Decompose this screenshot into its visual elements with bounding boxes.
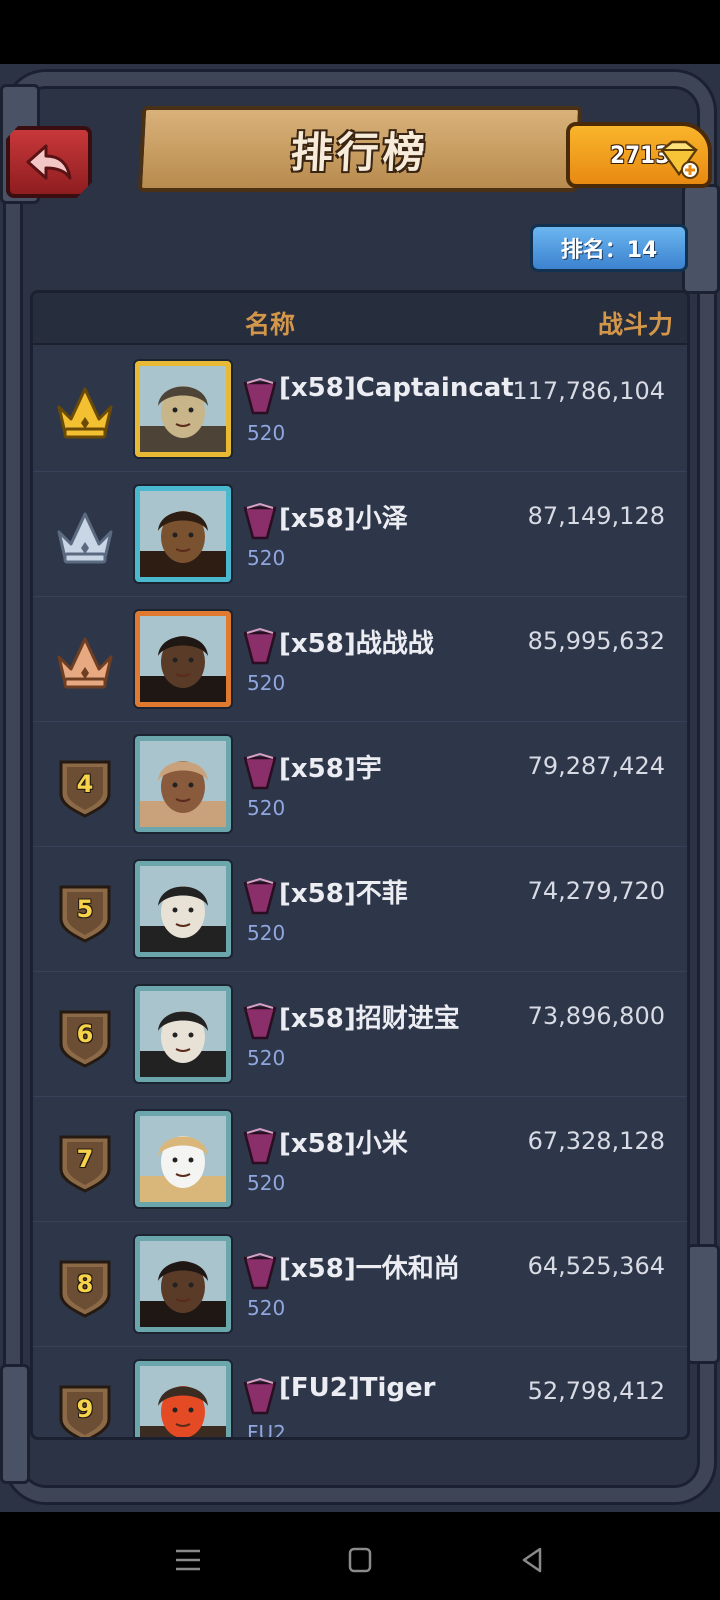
player-name: [x58]一休和尚 [279,1254,460,1284]
player-level: 520 [247,1171,286,1195]
combat-power: 85,995,632 [527,627,665,655]
combat-power: 64,525,364 [527,1252,665,1280]
back-nav-button[interactable] [512,1540,552,1580]
player-name: [x58]小米 [279,1129,408,1159]
column-header-power: 战斗力 [597,310,673,339]
rank-number: 9 [76,1395,94,1423]
silver-crown-icon [53,506,117,568]
rank-number: 5 [76,895,94,923]
player-level: 520 [247,546,286,570]
player-name: [x58]不菲 [279,879,408,909]
leaderboard-panel[interactable]: 名称 战斗力 [x58]Captaincat 520 117,786,104 [x58… [30,290,690,1440]
player-avatar[interactable] [135,486,231,582]
combat-power: 117,786,104 [512,377,665,405]
leaderboard-row[interactable]: 8 [x58]一休和尚 520 64,525,364 [33,1222,687,1347]
menu-button[interactable] [168,1540,208,1580]
combat-power: 73,896,800 [527,1002,665,1030]
player-avatar[interactable] [135,1361,231,1437]
rank-shield-icon: 7 [53,1131,117,1193]
player-avatar[interactable] [135,1236,231,1332]
combat-power: 87,149,128 [527,502,665,530]
home-button[interactable] [340,1540,380,1580]
my-rank-badge: 排名：14 [530,224,688,272]
guild-banner-icon [243,1002,277,1044]
player-avatar[interactable] [135,1111,231,1207]
game-screen: 排行榜 2713 排名：14 名称 战斗力 [x58]Captaincat 520… [0,64,720,1512]
combat-power: 74,279,720 [527,877,665,905]
back-triangle-icon [522,1547,542,1573]
player-level: 520 [247,671,286,695]
rock-decoration [0,1364,30,1484]
guild-banner-icon [243,502,277,544]
leaderboard-row[interactable]: 6 [x58]招财进宝 520 73,896,800 [33,972,687,1097]
leaderboard-row[interactable]: [x58]战战战 520 85,995,632 [33,597,687,722]
leaderboard-header: 名称 战斗力 [33,293,687,345]
diamond-plus-icon [660,140,699,179]
player-level: 520 [247,1296,286,1320]
player-avatar[interactable] [135,611,231,707]
rank-number: 8 [76,1270,94,1298]
player-avatar[interactable] [135,861,231,957]
player-name: [x58]招财进宝 [279,1004,460,1034]
back-button[interactable] [6,126,92,198]
gold-crown-icon [53,381,117,443]
rank-shield-icon: 4 [53,756,117,818]
leaderboard-row[interactable]: [x58]小泽 520 87,149,128 [33,472,687,597]
player-name: [x58]Captaincat [279,373,514,403]
guild-banner-icon [243,1127,277,1169]
rank-shield-icon: 5 [53,881,117,943]
rank-number: 6 [76,1020,94,1048]
bronze-crown-icon [53,631,117,693]
guild-banner-icon [243,377,277,419]
rank-number: 4 [76,770,94,798]
title-banner: 排行榜 [137,106,583,192]
leaderboard-list[interactable]: [x58]Captaincat 520 117,786,104 [x58]小泽 520 8… [33,347,687,1440]
player-name: [x58]战战战 [279,629,434,659]
rock-decoration [686,1244,720,1364]
guild-banner-icon [243,1252,277,1294]
leaderboard-row[interactable]: [x58]Captaincat 520 117,786,104 [33,347,687,472]
my-rank-text: 排名：14 [560,238,658,263]
menu-icon [176,1549,200,1571]
leaderboard-row[interactable]: 9 [FU2]Tiger FU2 52,798,412 [33,1347,687,1440]
combat-power: 79,287,424 [527,752,665,780]
system-nav-bar [0,1512,720,1600]
guild-banner-icon [243,752,277,794]
player-avatar[interactable] [135,986,231,1082]
combat-power: 52,798,412 [527,1377,665,1405]
player-level: 520 [247,796,286,820]
column-header-name: 名称 [245,310,296,339]
back-arrow-icon [26,144,72,180]
leaderboard-row[interactable]: 7 [x58]小米 520 67,328,128 [33,1097,687,1222]
gem-counter-button[interactable]: 2713 [566,122,712,188]
player-level: 520 [247,921,286,945]
guild-banner-icon [243,877,277,919]
guild-banner-icon [243,627,277,669]
page-title: 排行榜 [289,127,431,177]
player-name: [x58]宇 [279,754,382,784]
guild-banner-icon [243,1377,277,1419]
player-level: 520 [247,1046,286,1070]
home-square-icon [348,1547,372,1573]
player-level: 520 [247,421,286,445]
rank-shield-icon: 9 [53,1381,117,1437]
status-bar [0,0,720,64]
leaderboard-row[interactable]: 5 [x58]不菲 520 74,279,720 [33,847,687,972]
rank-shield-icon: 8 [53,1256,117,1318]
player-avatar[interactable] [135,736,231,832]
rank-shield-icon: 6 [53,1006,117,1068]
player-avatar[interactable] [135,361,231,457]
leaderboard-row[interactable]: 4 [x58]宇 520 79,287,424 [33,722,687,847]
player-name: [x58]小泽 [279,504,408,534]
rank-number: 7 [76,1145,94,1173]
player-name: [FU2]Tiger [279,1373,436,1403]
combat-power: 67,328,128 [527,1127,665,1155]
player-level: FU2 [247,1421,286,1440]
